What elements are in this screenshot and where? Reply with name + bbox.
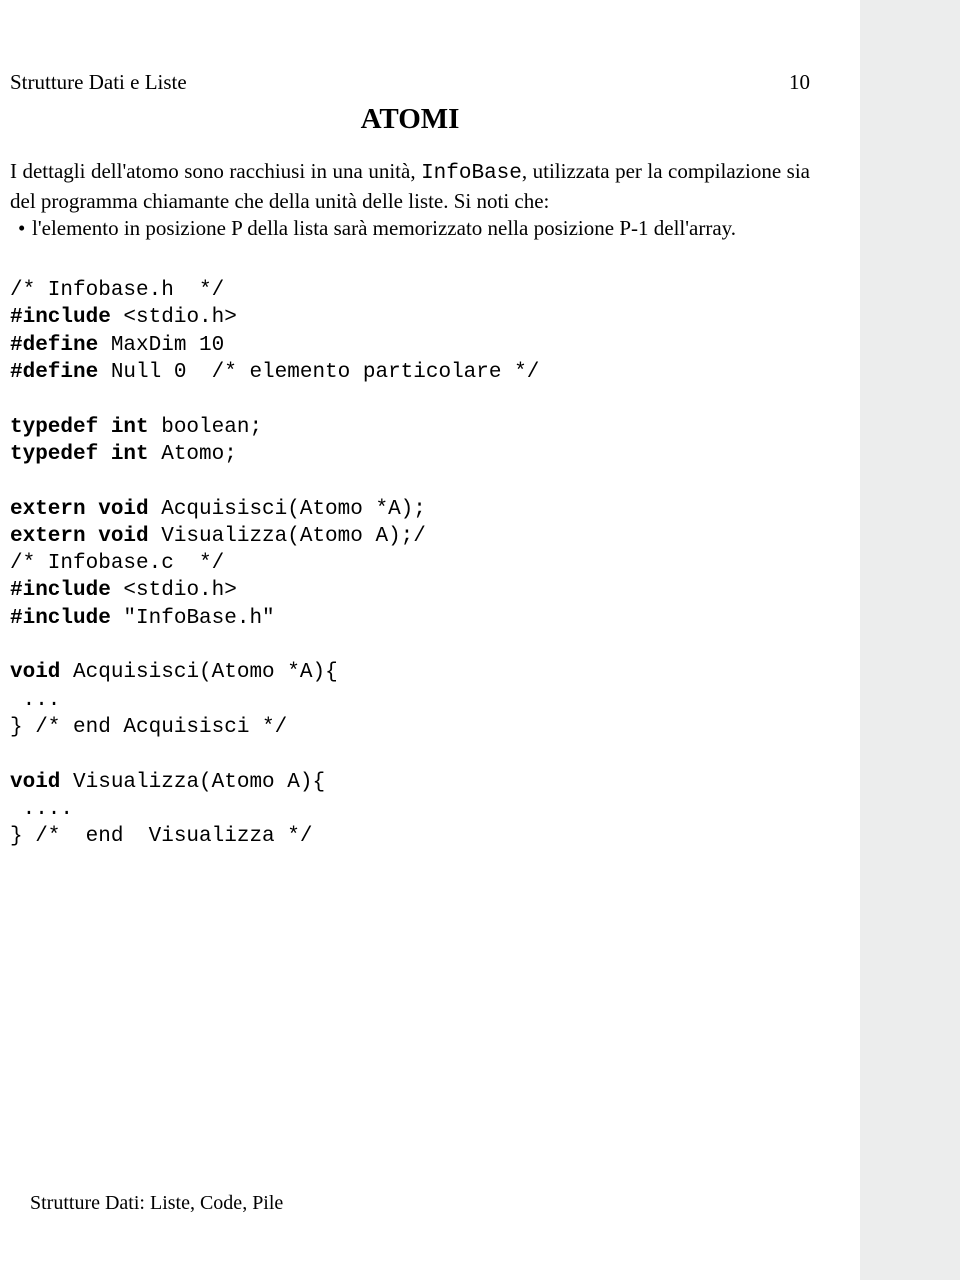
code-keyword: #include xyxy=(10,607,111,630)
code-text: Visualizza(Atomo A){ xyxy=(60,771,325,794)
code-text: Atomo; xyxy=(149,443,237,466)
para-seg1: I dettagli dell'atomo sono racchiusi in … xyxy=(10,159,421,183)
code-keyword: #define xyxy=(10,334,98,357)
code-keyword: typedef int xyxy=(10,416,149,439)
code-line: /* Infobase.c */ xyxy=(10,552,224,575)
code-line: } /* end Acquisisci */ xyxy=(10,716,287,739)
code-text: <stdio.h> xyxy=(111,306,237,329)
code-keyword: #define xyxy=(10,361,98,384)
infobase-inline: InfoBase xyxy=(421,162,522,185)
page-title: ATOMI xyxy=(10,103,810,136)
code-line: /* Infobase.h */ xyxy=(10,279,224,302)
header-left: Strutture Dati e Liste xyxy=(10,70,187,95)
page-sidebar xyxy=(860,0,960,1280)
page-header: Strutture Dati e Liste 10 xyxy=(10,70,810,95)
page-number: 10 xyxy=(789,70,810,95)
intro-paragraph: I dettagli dell'atomo sono racchiusi in … xyxy=(10,158,810,215)
code-text: MaxDim 10 xyxy=(98,334,224,357)
code-text: boolean; xyxy=(149,416,262,439)
code-keyword: extern void xyxy=(10,525,149,548)
code-text: Acquisisci(Atomo *A); xyxy=(149,498,426,521)
page-content: Strutture Dati e Liste 10 ATOMI I dettag… xyxy=(0,0,860,1280)
code-keyword: #include xyxy=(10,579,111,602)
code-keyword: #include xyxy=(10,306,111,329)
code-line: } /* end Visualizza */ xyxy=(10,825,312,848)
code-keyword: void xyxy=(10,661,60,684)
code-text: Visualizza(Atomo A);/ xyxy=(149,525,426,548)
code-line: .... xyxy=(10,798,73,821)
code-block: /* Infobase.h */ #include <stdio.h> #def… xyxy=(10,277,810,850)
code-keyword: typedef int xyxy=(10,443,149,466)
code-text: "InfoBase.h" xyxy=(111,607,275,630)
code-keyword: extern void xyxy=(10,498,149,521)
code-text: Acquisisci(Atomo *A){ xyxy=(60,661,337,684)
bullet-item: •l'elemento in posizione P della lista s… xyxy=(10,215,810,243)
code-line: ... xyxy=(10,689,60,712)
bullet-text: l'elemento in posizione P della lista sa… xyxy=(32,216,736,240)
code-text: <stdio.h> xyxy=(111,579,237,602)
code-keyword: void xyxy=(10,771,60,794)
page-footer: Strutture Dati: Liste, Code, Pile xyxy=(30,1192,283,1215)
bullet-icon: • xyxy=(18,215,32,243)
code-text: Null 0 /* elemento particolare */ xyxy=(98,361,539,384)
